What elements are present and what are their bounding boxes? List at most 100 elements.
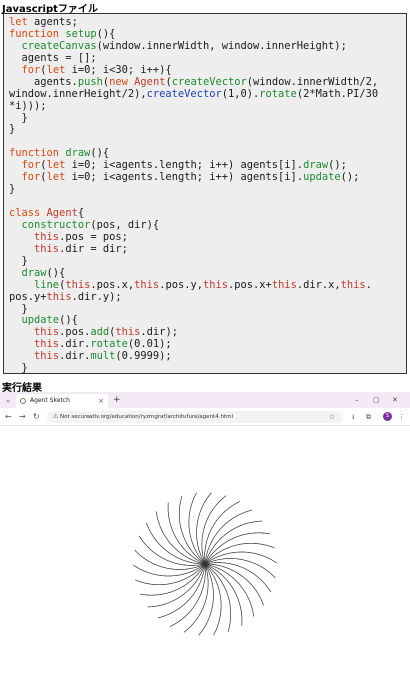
code-token: (window.innerWidth/2, [246,75,379,88]
code-token: } [9,183,16,196]
code-token: let [46,159,66,172]
extensions-icon[interactable]: ⧉ [366,411,371,423]
tab-agent-sketch[interactable]: Agent Sketch × [16,394,108,408]
code-token: update [21,314,60,327]
code-token: function [9,147,60,160]
code-token: for [21,159,41,172]
agent-path [169,563,206,627]
code-token: .pos = pos; [59,230,128,243]
code-token: i=0; i<30; i++){ [65,63,172,76]
url-text[interactable]: atlv.org/education/ryzmgraf/architufure/… [89,411,233,423]
sketch-canvas[interactable] [0,426,410,700]
code-token: { [77,207,85,219]
code-token: . [365,278,372,291]
agent-path [205,563,264,606]
code-token: } [9,254,28,267]
new-tab-button[interactable]: + [113,394,121,406]
code-token: (0.01); [127,338,172,351]
code-line: } [9,183,401,196]
agent-path [204,542,275,565]
code-token: setup [65,27,97,40]
agent-path [201,495,227,565]
menu-kebab-icon[interactable]: ⋮ [398,411,405,423]
code-token: draw [303,159,329,172]
code-token: (); [340,171,360,184]
code-token: .dir); [140,326,178,339]
agent-path [204,563,232,632]
agent-path [155,511,206,565]
agent-path [133,563,206,577]
bookmark-star-icon[interactable]: ☆ [329,411,335,423]
code-token: *i))); [9,99,47,112]
code-token: pos.y+ [9,290,47,303]
code-token: mult [90,350,116,363]
agent-path [204,501,241,565]
code-token: createVector [171,75,247,88]
back-icon[interactable]: ← [5,411,12,423]
code-token: agents; [27,16,78,28]
code-token: .pos. [59,326,91,339]
code-token: .dir.x, [296,278,341,291]
code-token: .dir. [59,350,91,363]
code-line: window.innerHeight/2),createVector(1,0).… [9,87,401,101]
code-token: draw [65,147,91,160]
agent-path [178,496,206,565]
code-line: this.dir = dir; [9,243,401,256]
code-token: for [21,171,41,184]
agent-path [167,502,206,565]
code-token: (1,0). [221,87,260,100]
agent-path [146,522,205,565]
tab-close-icon[interactable]: × [98,394,104,408]
code-token: } [9,362,28,374]
code-token: this [340,278,366,291]
code-token: this [34,326,60,339]
warning-icon[interactable]: ⚠ [53,411,58,423]
agent-path [204,563,255,617]
not-secure-label[interactable]: Not secure [60,411,90,423]
tab-bar: ⌄ Agent Sketch × + – ▢ ✕ [0,392,410,408]
maximize-button[interactable]: ▢ [373,394,380,406]
download-icon[interactable]: ⭳ [352,411,354,423]
profile-avatar[interactable]: S [383,412,392,421]
code-token: (2*Math.PI/30 [296,87,379,100]
agent-spiral-drawing [133,492,277,636]
code-token: agents = []; [9,51,97,64]
code-token: (); [328,159,347,172]
code-token: new [109,75,128,88]
agent-path [147,563,206,608]
tab-search-icon[interactable]: ⌄ [3,395,13,405]
reload-icon[interactable]: ↻ [33,411,40,423]
code-token: Agent [46,207,78,219]
close-window-button[interactable]: ✕ [392,394,398,406]
browser-window: ⌄ Agent Sketch × + – ▢ ✕ ← → ↻ ⚠ Not sec… [0,392,410,700]
agent-path [204,532,271,565]
forward-icon[interactable]: → [19,411,26,423]
address-bar[interactable]: ⚠ Not secure atlv.org/education/ryzmgraf… [47,411,343,423]
agent-path [204,509,253,565]
code-token: constructor [21,218,91,231]
code-line: } [9,123,401,136]
code-token: this [46,290,72,303]
code-token: } [9,302,28,315]
globe-icon [20,398,26,404]
code-token: line [34,278,60,291]
code-token: let [46,171,66,184]
code-token: push [77,75,103,88]
code-token: .dir. [59,338,91,351]
code-token: let [9,16,28,28]
code-line: } [9,362,401,374]
code-token: i=0; i<agents.length; i++) agents[i]. [65,159,304,172]
agent-path [204,520,263,565]
code-token: (window.innerWidth, window.innerHeight); [96,39,347,52]
code-token: class [9,207,41,219]
code-line: for(let i=0; i<agents.length; i++) agent… [9,171,401,184]
minimize-button[interactable]: – [355,394,359,406]
